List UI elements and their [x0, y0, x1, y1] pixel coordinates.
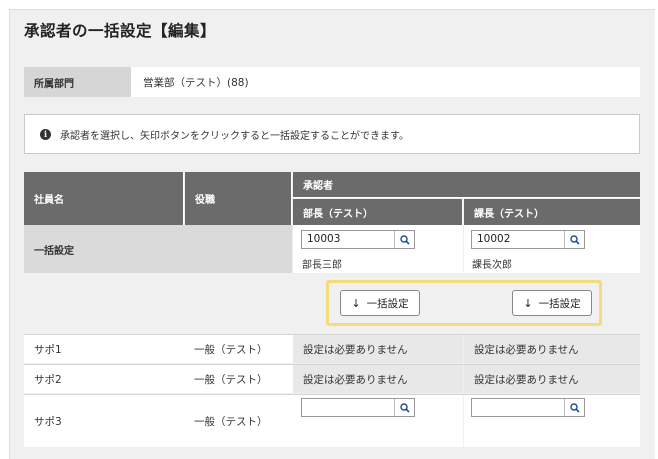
- info-message: 承認者を選択し、矢印ボタンをクリックすると一括設定することができます。: [60, 130, 409, 142]
- bulk-apply-col1-label: 一括設定: [366, 297, 409, 310]
- row-3-name: サポ3: [24, 395, 184, 447]
- row-3-col1-search-input[interactable]: [301, 398, 415, 417]
- row-1-col2: 設定は必要ありません: [464, 335, 640, 363]
- bulk-apply-col2-label: 一括設定: [538, 297, 581, 310]
- row-2-name: サポ2: [24, 365, 184, 393]
- bulk-col2-search-input[interactable]: 10002: [471, 230, 585, 249]
- row-3-col2-value: [472, 399, 564, 416]
- search-icon[interactable]: [394, 399, 414, 416]
- info-box: i 承認者を選択し、矢印ボタンをクリックすると一括設定することができます。: [24, 114, 640, 154]
- page-title: 承認者の一括設定【編集】: [24, 22, 217, 40]
- bulk-col2-name: 課長次郎: [472, 260, 512, 271]
- bulk-col1-name: 部長三郎: [302, 260, 342, 271]
- row-3-role: 一般（テスト）: [184, 395, 293, 447]
- search-icon[interactable]: [564, 231, 584, 248]
- search-icon[interactable]: [394, 231, 414, 248]
- arrow-down-icon: ↓: [351, 296, 361, 310]
- department-row: 所属部門 営業部（テスト）(88): [24, 67, 640, 97]
- bulk-row-label: 一括設定: [24, 225, 292, 273]
- row-2-col1: 設定は必要ありません: [293, 365, 463, 393]
- bulk-apply-col2-button[interactable]: ↓ 一括設定: [512, 290, 592, 316]
- department-label: 所属部門: [24, 67, 131, 97]
- department-value: 営業部（テスト）(88): [143, 76, 249, 89]
- header-role: 役職: [185, 172, 292, 225]
- search-icon[interactable]: [564, 399, 584, 416]
- row-3-col2-search-input[interactable]: [471, 398, 585, 417]
- row-1-role: 一般（テスト）: [184, 335, 293, 363]
- row-2-col2: 設定は必要ありません: [464, 365, 640, 393]
- header-employee: 社員名: [24, 172, 184, 225]
- header-approver: 承認者: [293, 172, 640, 198]
- bulk-col2-value: 10002: [477, 233, 511, 245]
- row-3-col1-value: [302, 399, 394, 416]
- info-icon: i: [40, 128, 51, 140]
- header-approver-col2: 課長（テスト）: [464, 199, 640, 225]
- header-approver-col1: 部長（テスト）: [293, 199, 463, 225]
- row-2-role: 一般（テスト）: [184, 365, 293, 393]
- bulk-col1-value: 10003: [307, 233, 341, 245]
- bulk-apply-col1-button[interactable]: ↓ 一括設定: [340, 290, 420, 316]
- row-1-name: サポ1: [24, 335, 184, 363]
- arrow-down-icon: ↓: [523, 296, 533, 310]
- bulk-col1-search-input[interactable]: 10003: [301, 230, 415, 249]
- row-1-col1: 設定は必要ありません: [293, 335, 463, 363]
